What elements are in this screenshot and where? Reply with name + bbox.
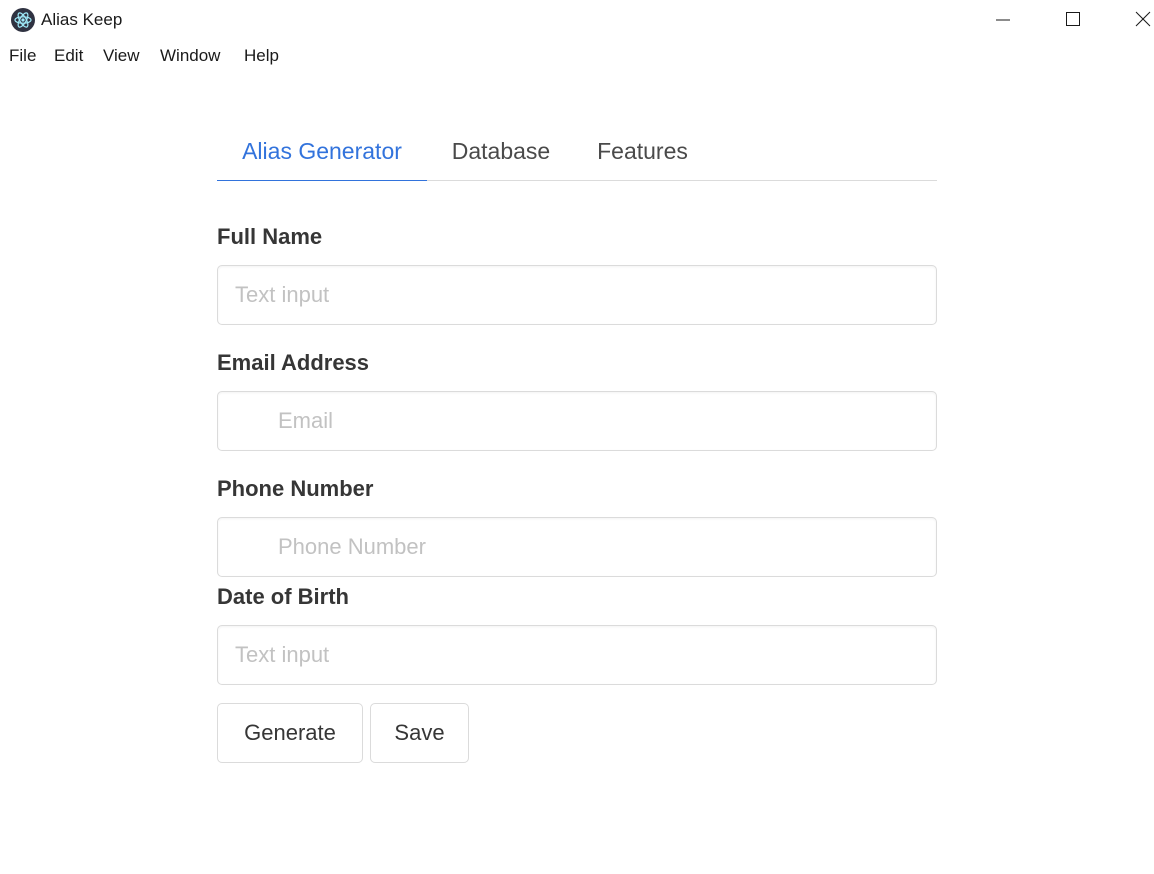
save-button[interactable]: Save xyxy=(370,703,469,763)
tab-database[interactable]: Database xyxy=(427,120,575,181)
phone-label: Phone Number xyxy=(217,476,374,501)
menu-view[interactable]: View xyxy=(103,46,140,66)
button-row: Generate Save xyxy=(217,703,937,763)
full-name-label: Full Name xyxy=(217,224,323,249)
main-panel: Alias Generator Database Features Full N… xyxy=(217,120,937,763)
minimize-icon xyxy=(996,19,1010,21)
dob-input[interactable] xyxy=(217,625,937,685)
close-button[interactable] xyxy=(1120,0,1154,40)
minimize-button[interactable] xyxy=(980,0,1026,40)
generate-button[interactable]: Generate xyxy=(217,703,363,763)
title-bar: Alias Keep xyxy=(0,0,1154,40)
email-input[interactable] xyxy=(217,391,937,451)
maximize-icon xyxy=(1066,12,1080,26)
full-name-input[interactable] xyxy=(217,265,937,325)
maximize-button[interactable] xyxy=(1050,0,1096,40)
menu-window[interactable]: Window xyxy=(160,46,220,66)
dob-label: Date of Birth xyxy=(217,584,349,609)
window-title: Alias Keep xyxy=(41,10,123,29)
close-icon xyxy=(1135,11,1151,27)
menu-bar: File Edit View Window Help xyxy=(0,42,1154,70)
electron-atom-icon xyxy=(11,8,35,32)
tab-bar: Alias Generator Database Features xyxy=(217,120,937,181)
menu-file[interactable]: File xyxy=(9,46,36,66)
tab-alias-generator[interactable]: Alias Generator xyxy=(217,120,427,181)
email-label: Email Address xyxy=(217,350,370,375)
menu-help[interactable]: Help xyxy=(244,46,279,66)
tab-features[interactable]: Features xyxy=(575,120,710,181)
menu-edit[interactable]: Edit xyxy=(54,46,83,66)
phone-input[interactable] xyxy=(217,517,937,577)
